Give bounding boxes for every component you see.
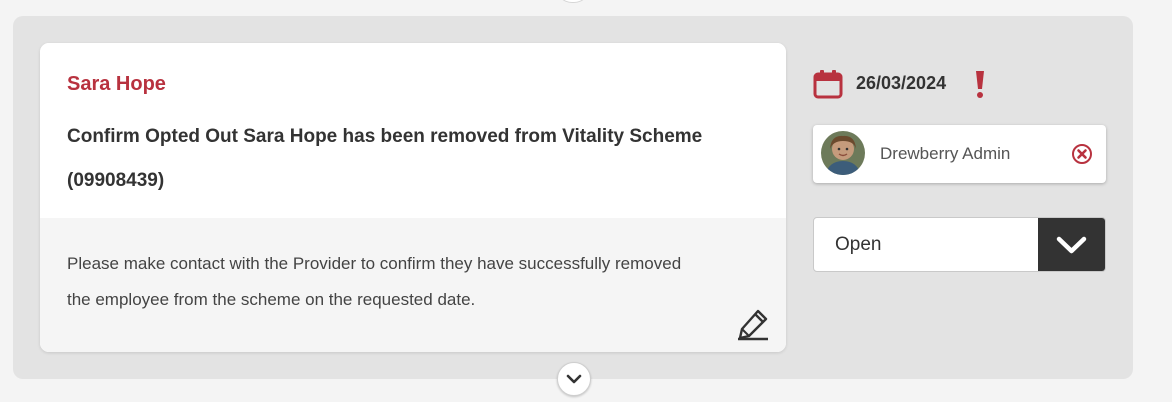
exclamation-icon xyxy=(976,71,984,98)
remove-circle-icon[interactable] xyxy=(1071,143,1093,165)
task-card: Sara Hope Confirm Opted Out Sara Hope ha… xyxy=(40,43,786,352)
avatar xyxy=(821,131,865,175)
pencil-icon xyxy=(738,309,768,341)
chevron-down-icon xyxy=(1056,236,1087,254)
collapse-handle xyxy=(556,0,590,3)
assignee-name: Drewberry Admin xyxy=(880,144,1011,163)
person-name: Sara Hope xyxy=(67,73,166,95)
calendar-icon xyxy=(813,70,843,99)
due-date-row: 26/03/2024 xyxy=(813,68,1113,100)
due-date: 26/03/2024 xyxy=(856,73,947,93)
expand-button[interactable] xyxy=(557,362,591,396)
status-dropdown-button[interactable] xyxy=(1038,218,1105,271)
status-value: Open xyxy=(835,234,882,255)
assignee-chip[interactable]: Drewberry Admin xyxy=(813,125,1106,183)
edit-button[interactable] xyxy=(736,307,770,341)
status-select[interactable]: Open xyxy=(813,217,1106,272)
task-description: Please make contact with the Provider to… xyxy=(67,254,682,309)
chevron-down-icon xyxy=(566,374,582,384)
task-title: Confirm Opted Out Sara Hope has been rem… xyxy=(67,126,703,191)
